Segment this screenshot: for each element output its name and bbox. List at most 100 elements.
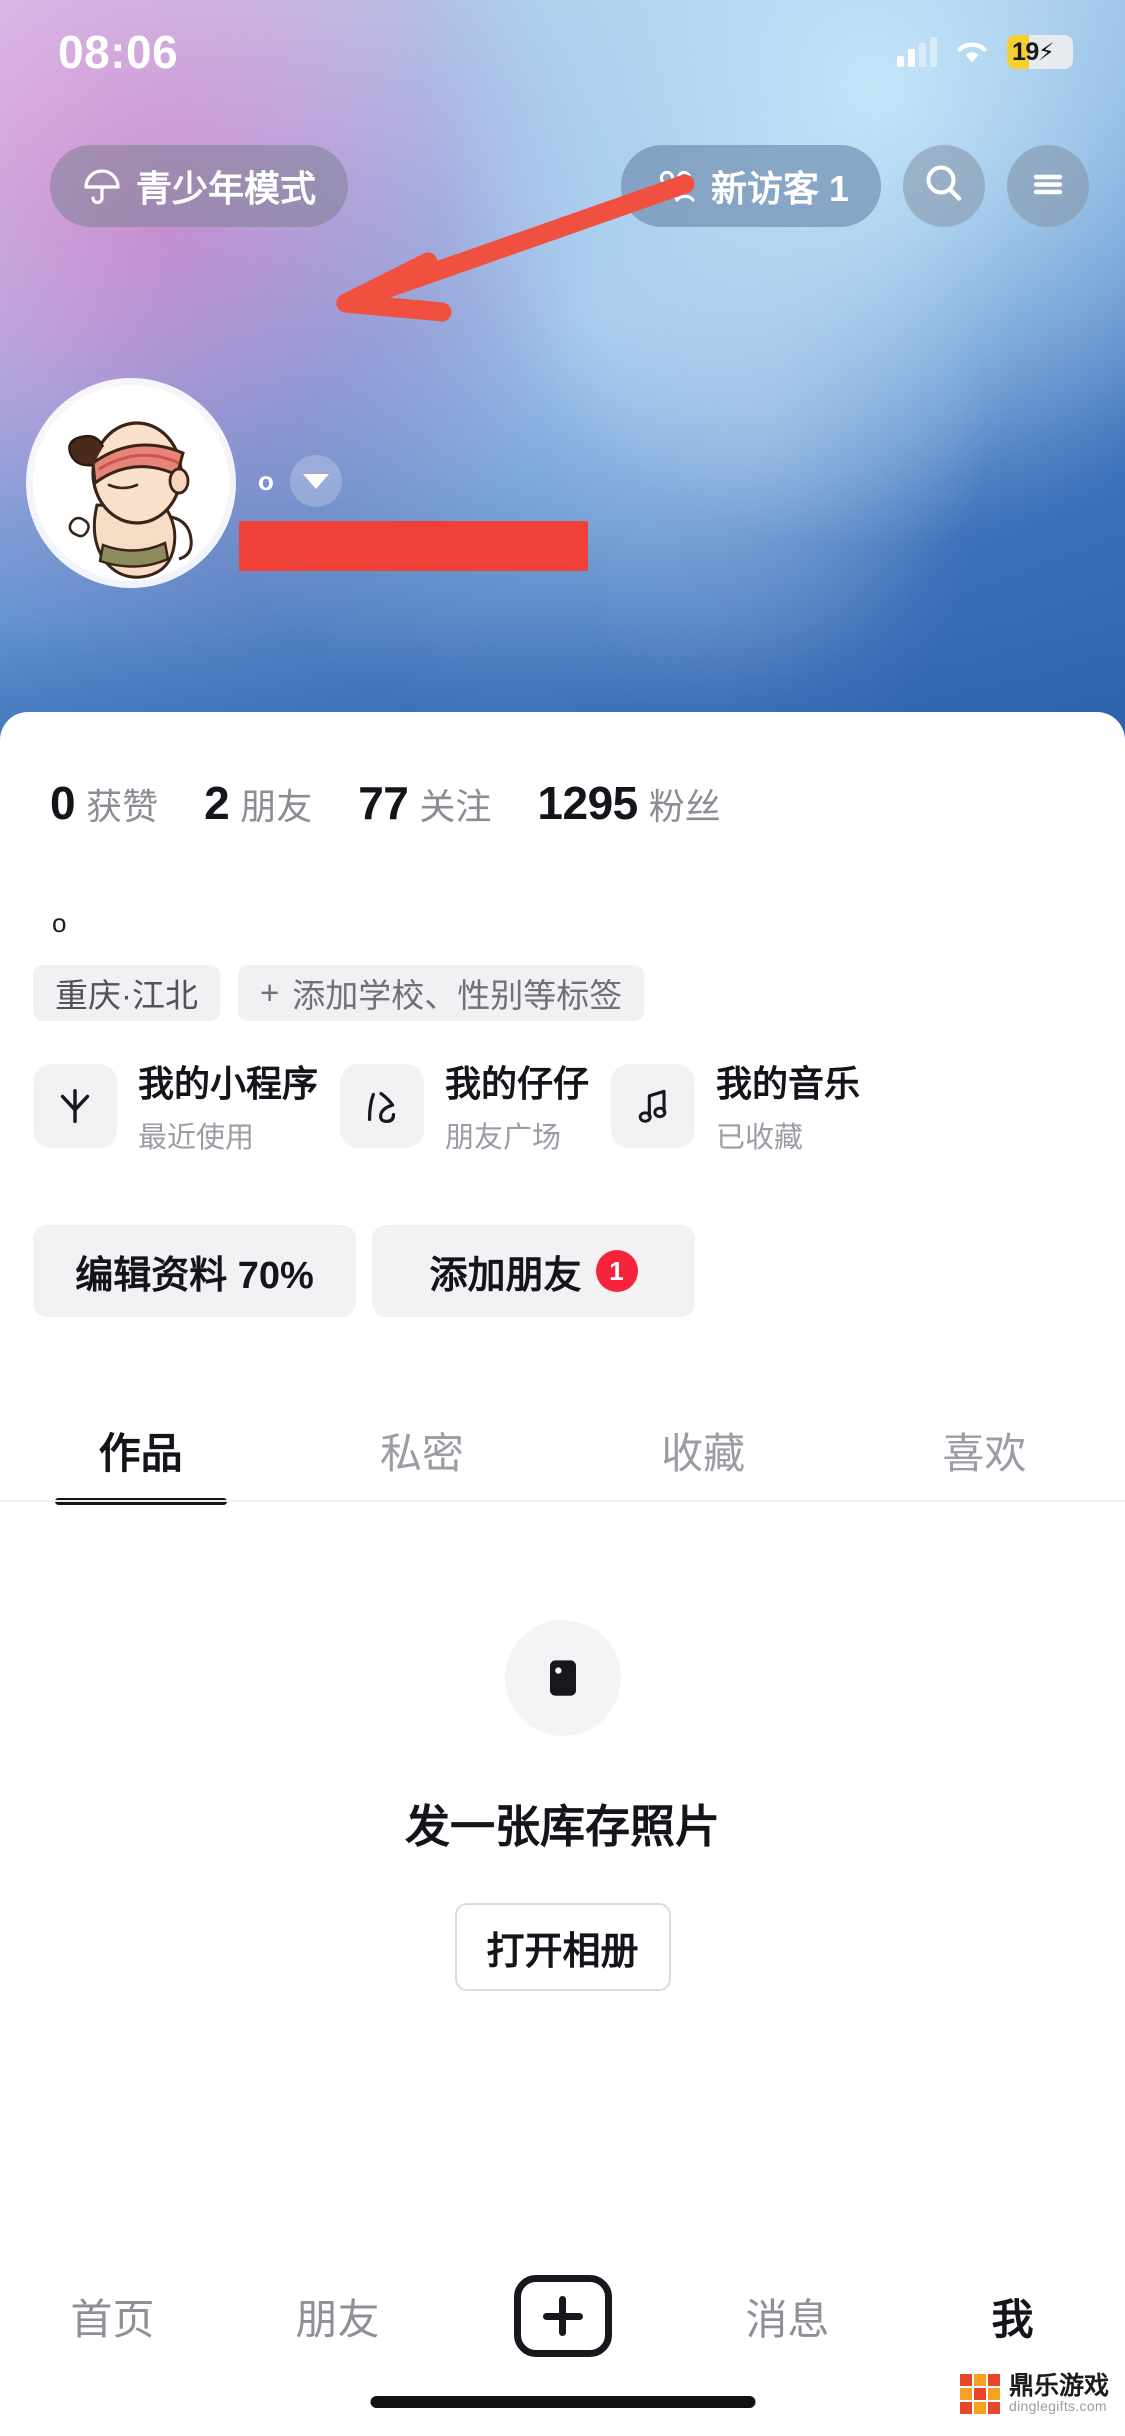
add-friend-label: 添加朋友 xyxy=(429,1254,582,1297)
empty-state: 发一张库存照片 打开相册 xyxy=(0,1620,1125,1991)
zaizai-icon xyxy=(340,1063,425,1148)
tabs-divider xyxy=(0,1500,1125,1502)
lightning-bolt-icon: ⚡ xyxy=(1037,38,1055,66)
cartoon-avatar xyxy=(33,385,229,581)
stat-value: 2 xyxy=(204,777,230,829)
stat-label: 关注 xyxy=(419,786,492,827)
status-bar: 08:06 19 ⚡ xyxy=(0,0,1125,104)
card-zaizai[interactable]: 我的仔仔 朋友广场 xyxy=(340,1055,589,1156)
people-icon xyxy=(653,168,697,204)
bottom-nav-label: 我 xyxy=(991,2295,1034,2343)
add-friend-button[interactable]: 添加朋友 1 xyxy=(372,1225,695,1317)
battery-percent: 19 xyxy=(1012,37,1039,66)
tab-label: 收藏 xyxy=(661,1429,746,1477)
phone-screen: 08:06 19 ⚡ 青少年模式 新访客 1 o 0 获赞 2 朋友 77 关注… xyxy=(0,0,1125,2436)
stat-label: 朋友 xyxy=(240,786,313,827)
status-bar-time: 08:06 xyxy=(58,26,179,78)
umbrella-icon xyxy=(82,166,122,206)
bottom-nav-label: 首页 xyxy=(70,2295,155,2343)
watermark-logo-icon xyxy=(959,2373,1000,2414)
tab-collection[interactable]: 收藏 xyxy=(563,1395,844,1505)
stat-value: 1295 xyxy=(537,777,638,829)
music-note-icon xyxy=(611,1063,696,1148)
asterisk-icon xyxy=(33,1063,117,1148)
stat-value: 0 xyxy=(50,777,76,829)
search-button[interactable] xyxy=(903,145,985,227)
stat-label: 获赞 xyxy=(86,786,159,827)
plus-icon-vertical xyxy=(559,2296,566,2336)
create-post-button[interactable] xyxy=(513,2275,612,2357)
bottom-nav-label: 朋友 xyxy=(295,2295,380,2343)
watermark-title: 鼎乐游戏 xyxy=(1008,2372,1109,2401)
add-friend-badge: 1 xyxy=(595,1250,638,1292)
bottom-nav-home[interactable]: 首页 xyxy=(0,2286,225,2347)
watermark-url: dinglegifts.com xyxy=(1008,2398,1107,2415)
card-text: 我的小程序 最近使用 xyxy=(138,1055,318,1156)
profile-name-text: o xyxy=(258,466,274,496)
chevron-down-icon xyxy=(302,473,329,489)
status-bar-left: 08:06 xyxy=(58,25,226,79)
bottom-nav-me[interactable]: 我 xyxy=(900,2286,1125,2347)
edit-profile-button[interactable]: 编辑资料 70% xyxy=(33,1225,356,1317)
profile-stats-row: 0 获赞 2 朋友 77 关注 1295 粉丝 xyxy=(50,776,721,830)
card-mini-programs[interactable]: 我的小程序 最近使用 xyxy=(33,1055,318,1156)
tab-label: 作品 xyxy=(98,1429,183,1477)
bottom-nav: 首页 朋友 消息 我 xyxy=(0,2251,1125,2381)
bottom-nav-friends[interactable]: 朋友 xyxy=(225,2286,450,2347)
profile-name-row[interactable]: o xyxy=(258,455,342,507)
card-text: 我的音乐 已收藏 xyxy=(716,1055,860,1156)
tab-private[interactable]: 私密 xyxy=(281,1395,562,1505)
card-title: 我的小程序 xyxy=(138,1063,319,1104)
tab-works[interactable]: 作品 xyxy=(0,1395,281,1505)
card-text: 我的仔仔 朋友广场 xyxy=(445,1055,589,1156)
card-title: 我的仔仔 xyxy=(445,1063,590,1104)
mini-cards-row: 我的小程序 最近使用 我的仔仔 朋友广场 我的音乐 已收藏 xyxy=(33,1055,860,1156)
stat-friends[interactable]: 2 朋友 xyxy=(204,776,312,830)
stat-value: 77 xyxy=(358,777,409,829)
tag-add-button[interactable]: + 添加学校、性别等标签 xyxy=(238,965,645,1021)
profile-dropdown-button[interactable] xyxy=(289,455,342,507)
teen-mode-button[interactable]: 青少年模式 xyxy=(50,145,349,227)
watermark: 鼎乐游戏 dinglegifts.com xyxy=(959,2373,1109,2414)
edit-profile-label: 编辑资料 70% xyxy=(75,1254,314,1297)
stat-followers[interactable]: 1295 粉丝 xyxy=(537,776,720,830)
card-title: 我的音乐 xyxy=(716,1063,861,1104)
tab-likes[interactable]: 喜欢 xyxy=(844,1395,1125,1505)
stat-label: 粉丝 xyxy=(648,786,721,827)
wifi-icon xyxy=(954,38,990,66)
menu-button[interactable] xyxy=(1007,145,1089,227)
cellular-signal-icon xyxy=(897,37,937,67)
home-indicator xyxy=(370,2396,755,2408)
content-tabs: 作品 私密 收藏 喜欢 xyxy=(0,1395,1125,1505)
stat-following[interactable]: 77 关注 xyxy=(358,776,491,830)
image-placeholder-icon xyxy=(504,1620,621,1736)
status-bar-right: 19 ⚡ xyxy=(897,35,1073,69)
tab-label: 喜欢 xyxy=(942,1429,1027,1477)
new-visitors-label: 新访客 1 xyxy=(710,168,849,209)
profile-bio[interactable]: o xyxy=(52,908,66,939)
tag-add-label: 添加学校、性别等标签 xyxy=(292,977,623,1014)
new-visitors-button[interactable]: 新访客 1 xyxy=(620,145,881,227)
tag-location[interactable]: 重庆·江北 xyxy=(33,965,220,1021)
watermark-text: 鼎乐游戏 dinglegifts.com xyxy=(1009,2373,1109,2414)
avatar[interactable] xyxy=(33,385,229,581)
card-subtitle: 朋友广场 xyxy=(445,1122,562,1154)
battery-icon: 19 ⚡ xyxy=(1007,35,1073,69)
tab-label: 私密 xyxy=(379,1429,464,1477)
teen-mode-label: 青少年模式 xyxy=(136,168,317,209)
card-subtitle: 已收藏 xyxy=(716,1122,804,1154)
moon-icon xyxy=(192,35,226,69)
open-album-button[interactable]: 打开相册 xyxy=(454,1903,671,1991)
profile-tags-row: 重庆·江北 + 添加学校、性别等标签 xyxy=(33,965,645,1021)
bottom-nav-messages[interactable]: 消息 xyxy=(675,2286,900,2347)
empty-state-title: 发一张库存照片 xyxy=(404,1801,720,1852)
profile-cover-background xyxy=(0,0,1125,740)
tag-location-label: 重庆·江北 xyxy=(55,977,198,1014)
open-album-label: 打开相册 xyxy=(486,1930,639,1973)
plus-icon: + xyxy=(260,974,280,1011)
stat-likes[interactable]: 0 获赞 xyxy=(50,776,158,830)
card-music[interactable]: 我的音乐 已收藏 xyxy=(611,1055,860,1156)
search-icon xyxy=(922,162,966,211)
cover-header-bar: 青少年模式 新访客 1 xyxy=(0,140,1125,232)
bottom-nav-create-wrap xyxy=(450,2275,675,2357)
